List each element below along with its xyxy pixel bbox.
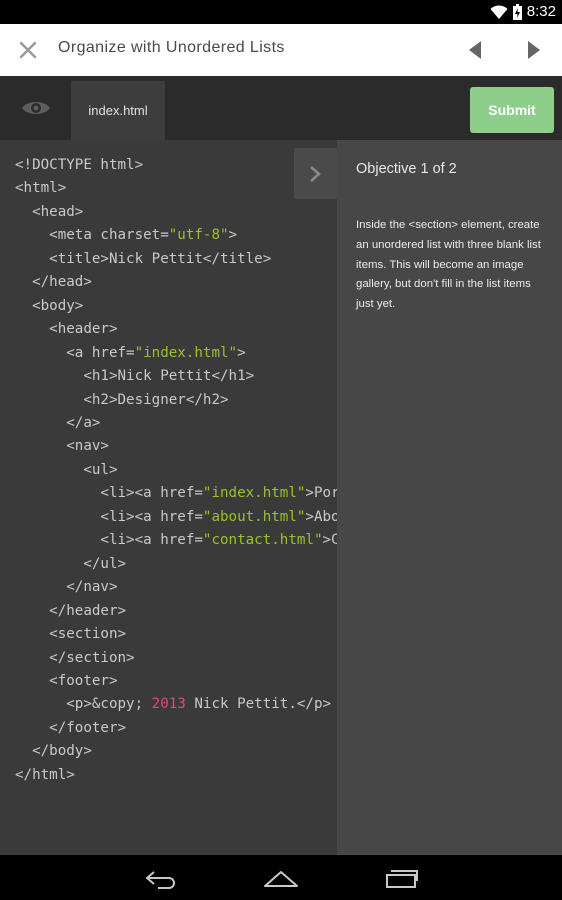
code-line[interactable]: </head> bbox=[15, 274, 92, 290]
code-token: <h1>Nick Pettit</h1> bbox=[15, 368, 255, 385]
code-token: <li><a href= bbox=[15, 508, 203, 525]
code-token: <p>&copy; bbox=[15, 696, 152, 713]
code-line[interactable]: </footer> bbox=[15, 720, 126, 736]
code-line[interactable]: <nav> bbox=[15, 438, 109, 454]
code-line[interactable]: <title>Nick Pettit</title> bbox=[15, 251, 271, 267]
code-token: > bbox=[237, 344, 246, 361]
code-token: </footer> bbox=[15, 719, 127, 736]
code-line[interactable]: <!DOCTYPE html> bbox=[15, 157, 143, 173]
code-token: >Portfolio</a></li> bbox=[305, 485, 337, 502]
code-content[interactable]: <!DOCTYPE html> <html> <head> <meta char… bbox=[15, 154, 337, 787]
code-line[interactable]: <li><a href="contact.html">Contact</a></… bbox=[15, 532, 337, 548]
code-string: "contact.html" bbox=[202, 532, 323, 549]
code-line[interactable]: <h1>Nick Pettit</h1> bbox=[15, 368, 254, 384]
recents-icon[interactable] bbox=[385, 867, 419, 889]
code-editor[interactable]: <!DOCTYPE html> <html> <head> <meta char… bbox=[0, 140, 337, 855]
code-string: "about.html" bbox=[202, 508, 306, 525]
objective-panel: Objective 1 of 2 Inside the <section> el… bbox=[337, 140, 562, 855]
submit-button[interactable]: Submit bbox=[470, 87, 554, 133]
code-line[interactable]: </nav> bbox=[15, 579, 118, 596]
code-line[interactable]: <li><a href="about.html">About</a></li> bbox=[15, 509, 337, 525]
title-bar: Organize with Unordered Lists bbox=[0, 24, 562, 76]
code-line[interactable]: <html> bbox=[15, 180, 66, 196]
code-string: "index.html" bbox=[202, 485, 306, 502]
code-line[interactable]: </ul> bbox=[15, 556, 126, 572]
code-token: <section> bbox=[15, 626, 127, 643]
objective-text: Inside the <section> element, create an … bbox=[356, 219, 541, 311]
back-icon[interactable] bbox=[144, 869, 178, 889]
code-token: <h2>Designer</h2> bbox=[15, 391, 229, 408]
code-string: "utf-8" bbox=[168, 227, 229, 244]
code-token: <a href= bbox=[15, 344, 135, 361]
code-token: >About</a></li> bbox=[305, 508, 337, 525]
code-line[interactable]: <a href="index.html"> bbox=[15, 344, 246, 361]
code-token: </a> bbox=[15, 414, 101, 431]
code-line[interactable]: </header> bbox=[15, 603, 126, 619]
code-string: "index.html" bbox=[134, 344, 238, 361]
code-token: </head> bbox=[15, 274, 92, 291]
editor-toolbar: index.html Submit bbox=[0, 76, 562, 140]
code-line[interactable]: <h2>Designer</h2> bbox=[15, 391, 229, 408]
code-token: <ul> bbox=[15, 461, 118, 478]
triangle-left-icon[interactable] bbox=[465, 39, 487, 61]
code-token: <li><a href= bbox=[15, 532, 203, 549]
code-line[interactable]: <ul> bbox=[15, 461, 118, 478]
wifi-icon bbox=[490, 5, 508, 19]
panel-toggle-button[interactable] bbox=[294, 148, 337, 199]
code-token: Nick Pettit.</p> bbox=[185, 696, 332, 713]
code-token: <li><a href= bbox=[15, 485, 203, 502]
tab-index-html[interactable]: index.html bbox=[71, 81, 165, 140]
code-token: <html> bbox=[15, 180, 67, 197]
code-token: <body> bbox=[15, 297, 84, 314]
code-line[interactable]: <footer> bbox=[15, 672, 118, 689]
code-line[interactable]: <head> bbox=[15, 204, 83, 220]
home-icon[interactable] bbox=[263, 868, 299, 888]
code-line[interactable]: <section> bbox=[15, 626, 126, 642]
code-line[interactable]: <p>&copy; 2013 Nick Pettit.</p> bbox=[15, 696, 331, 712]
code-token: </nav> bbox=[15, 579, 118, 596]
code-line[interactable]: <header> bbox=[15, 321, 118, 338]
status-time: 8:32 bbox=[526, 3, 556, 20]
code-token: <head> bbox=[15, 203, 84, 220]
code-token: </body> bbox=[15, 743, 92, 760]
code-line[interactable]: </body> bbox=[15, 743, 92, 759]
code-token: </html> bbox=[15, 766, 75, 783]
close-icon[interactable] bbox=[17, 39, 39, 61]
code-line[interactable]: </html> bbox=[15, 767, 75, 783]
code-token: > bbox=[228, 227, 238, 244]
code-token: <meta charset= bbox=[15, 227, 169, 244]
code-token: >Contact</a></li> bbox=[322, 532, 337, 549]
code-token: <title>Nick Pettit</title> bbox=[15, 250, 272, 267]
code-line[interactable]: <body> bbox=[15, 298, 83, 314]
system-nav-bar bbox=[0, 855, 562, 900]
code-token: <!DOCTYPE html> bbox=[15, 157, 144, 173]
code-line[interactable]: </a> bbox=[15, 415, 100, 431]
code-token: <nav> bbox=[15, 438, 109, 455]
objective-heading: Objective 1 of 2 bbox=[356, 161, 457, 177]
battery-icon bbox=[513, 4, 522, 20]
eye-icon[interactable] bbox=[20, 97, 52, 119]
code-number: 2013 bbox=[151, 696, 186, 713]
code-token: </header> bbox=[15, 602, 127, 619]
code-line[interactable]: <li><a href="index.html">Portfolio</a></… bbox=[15, 485, 337, 501]
code-token: </section> bbox=[15, 649, 135, 666]
triangle-right-icon[interactable] bbox=[522, 39, 544, 61]
status-bar: 8:32 bbox=[0, 0, 562, 24]
page-title: Organize with Unordered Lists bbox=[58, 39, 285, 56]
code-token: <footer> bbox=[15, 672, 118, 689]
chevron-right-icon bbox=[310, 166, 321, 182]
code-line[interactable]: </section> bbox=[15, 649, 135, 666]
code-line[interactable]: <meta charset="utf-8"> bbox=[15, 227, 237, 243]
code-token: </ul> bbox=[15, 555, 127, 572]
code-token: <header> bbox=[15, 321, 118, 338]
